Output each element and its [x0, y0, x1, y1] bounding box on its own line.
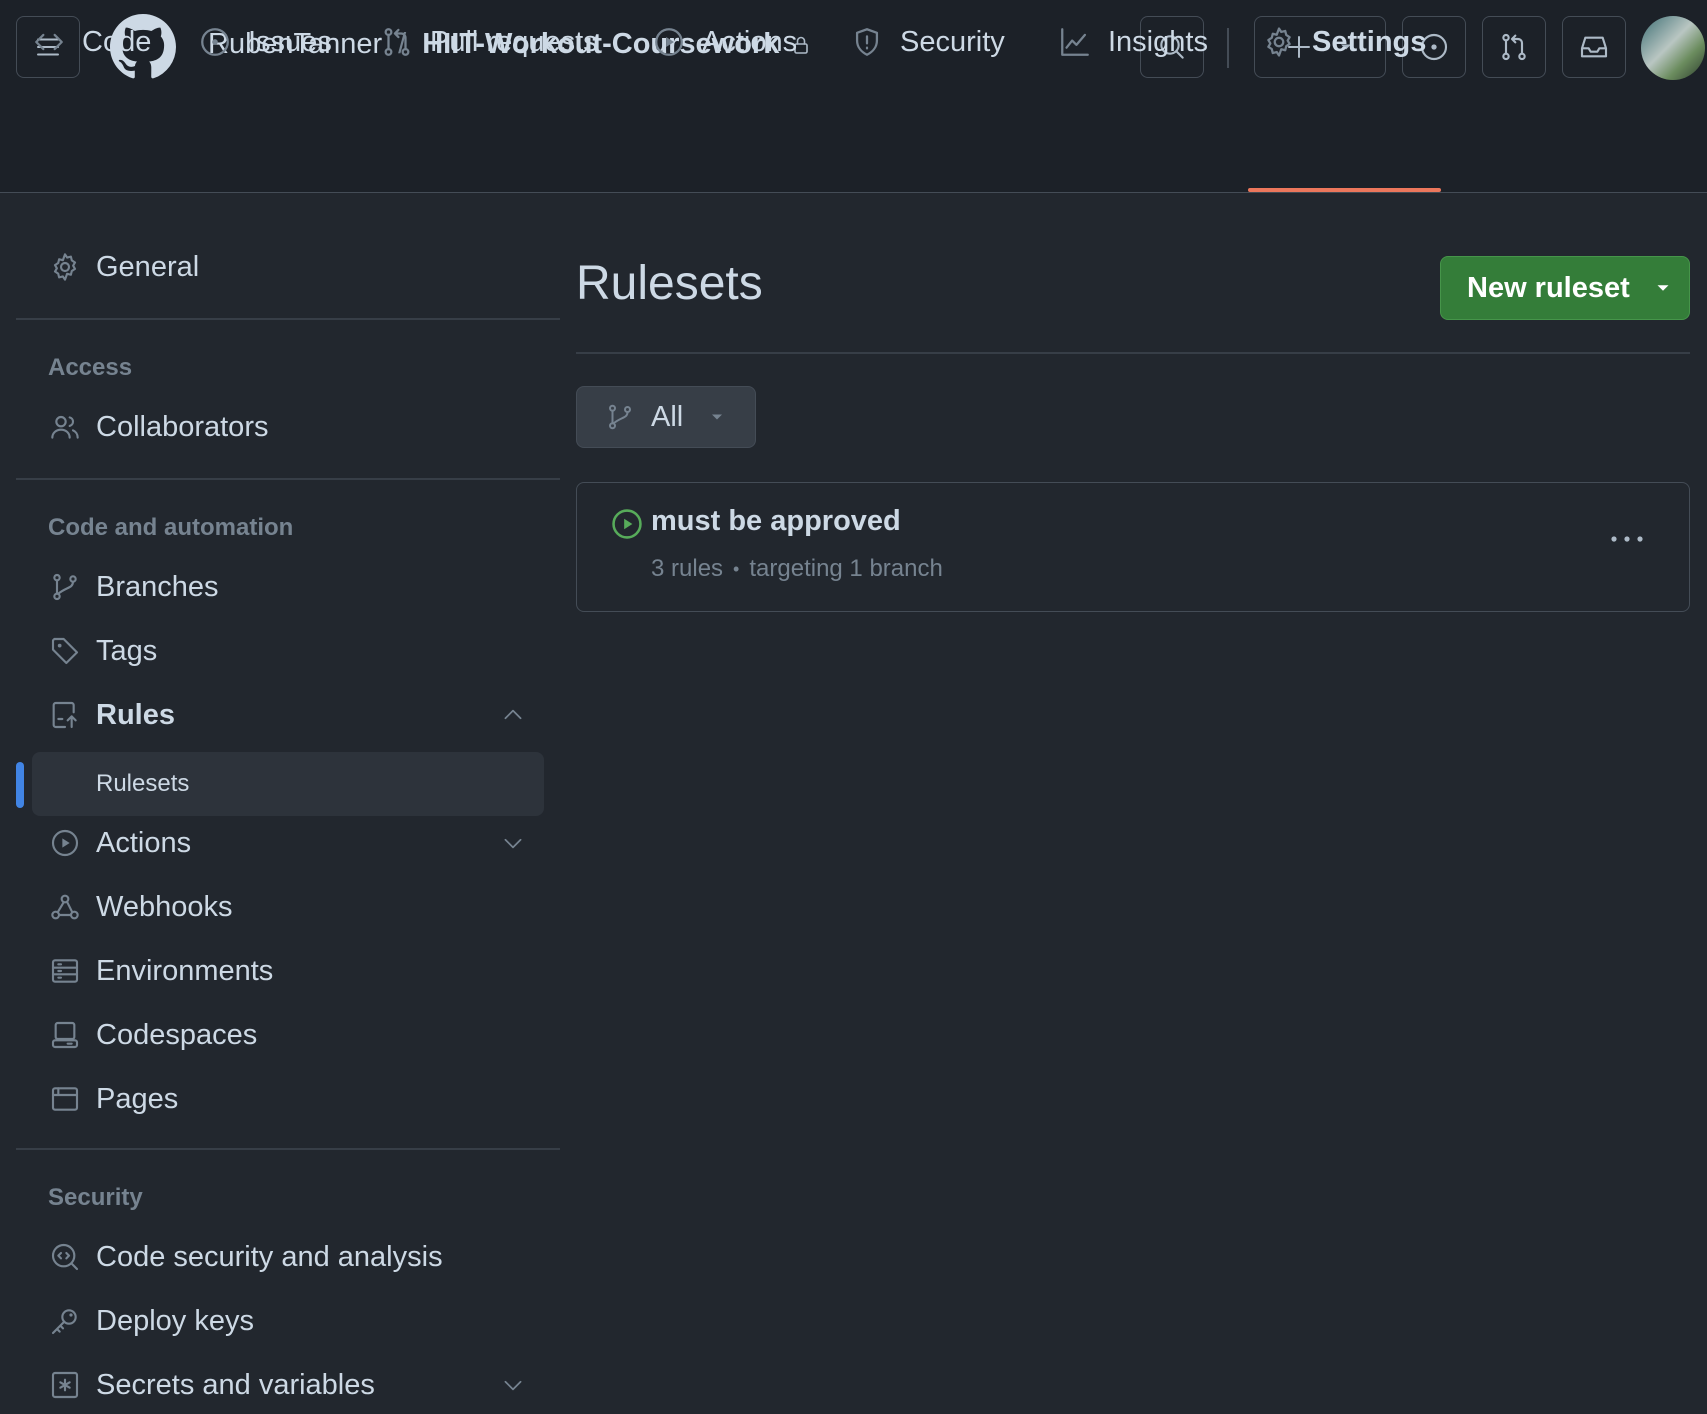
sidebar-item-rules[interactable]: Rules	[16, 686, 544, 744]
sidebar-item-general[interactable]: General	[16, 238, 544, 296]
target-filter-dropdown[interactable]: All	[576, 386, 756, 448]
sidebar-item-label: General	[96, 250, 200, 283]
tab-actions[interactable]: Actions	[652, 0, 797, 84]
sidebar-item-rulesets[interactable]: Rulesets	[32, 752, 544, 816]
codespaces-icon	[51, 1021, 79, 1049]
sidebar-item-codespaces[interactable]: Codespaces	[16, 1006, 544, 1064]
sidebar-item-label: Secrets and variables	[96, 1368, 375, 1401]
sidebar-item-label: Rules	[96, 698, 175, 731]
sidebar-item-collaborators[interactable]: Collaborators	[16, 398, 544, 456]
new-ruleset-button[interactable]: New ruleset	[1440, 256, 1690, 320]
issue-opened-icon	[201, 28, 229, 56]
repo-header: RubenTanner / HIIT-Workout-Coursework Co…	[0, 0, 1707, 193]
sidebar-item-label: Collaborators	[96, 410, 269, 443]
pull-requests-button[interactable]	[1482, 16, 1546, 78]
sidebar-item-label: Pages	[96, 1082, 179, 1115]
key-icon	[51, 1309, 77, 1335]
tab-label: Issues	[248, 25, 332, 58]
asterisk-box-icon	[51, 1371, 79, 1399]
chevron-down-icon	[504, 838, 522, 849]
tab-insights[interactable]: Insights	[1058, 0, 1208, 84]
sidebar-item-label: Branches	[96, 570, 219, 603]
tab-label: Settings	[1312, 25, 1427, 58]
codescan-icon	[51, 1243, 79, 1271]
tab-label: Insights	[1108, 25, 1208, 58]
active-item-indicator	[16, 762, 24, 808]
sidebar-divider	[16, 1148, 560, 1150]
avatar[interactable]	[1641, 16, 1705, 80]
tab-label: Pull requests	[430, 25, 598, 58]
server-icon	[51, 959, 79, 983]
chevron-up-icon	[504, 709, 522, 720]
play-icon	[51, 829, 79, 857]
inbox-button[interactable]	[1562, 16, 1626, 78]
play-status-active-icon	[612, 509, 642, 539]
sidebar-heading-code-automation: Code and automation	[48, 514, 294, 541]
sidebar-item-label: Webhooks	[96, 890, 233, 923]
tab-label: Actions	[702, 25, 798, 58]
sidebar-item-code-security[interactable]: Code security and analysis	[16, 1228, 544, 1286]
browser-icon	[51, 1087, 79, 1111]
tab-pull-requests[interactable]: Pull requests	[380, 0, 598, 84]
sidebar-item-label: Actions	[96, 826, 192, 859]
graph-icon	[1061, 28, 1089, 56]
inbox-icon	[1580, 36, 1608, 58]
sidebar-divider	[16, 478, 560, 480]
git-pull-request-icon	[384, 28, 410, 56]
shield-icon	[855, 28, 879, 56]
sidebar-item-label: Rulesets	[96, 770, 190, 797]
caret-down-icon	[712, 414, 723, 420]
meta-separator-dot: •	[733, 558, 740, 579]
tab-label: Security	[900, 25, 1005, 58]
code-icon	[35, 33, 63, 51]
ruleset-card: must be approved 3 rules • targeting 1 b…	[576, 482, 1690, 612]
tag-icon	[51, 637, 79, 665]
ruleset-targeting: targeting 1 branch	[749, 555, 943, 582]
sidebar-item-deploy-keys[interactable]: Deploy keys	[16, 1292, 544, 1350]
sidebar-heading-security: Security	[48, 1184, 143, 1211]
page-title: Rulesets	[576, 257, 763, 310]
gear-icon	[53, 253, 77, 281]
sidebar-item-environments[interactable]: Environments	[16, 942, 544, 1000]
sidebar-item-branches[interactable]: Branches	[16, 558, 544, 616]
sidebar-item-label: Deploy keys	[96, 1304, 254, 1337]
sidebar-item-label: Code security and analysis	[96, 1240, 443, 1273]
tab-label: Code	[82, 25, 152, 58]
git-branch-icon	[609, 404, 631, 430]
ruleset-meta: 3 rules • targeting 1 branch	[651, 555, 943, 583]
sidebar-divider	[16, 318, 560, 320]
caret-down-icon	[1657, 285, 1669, 291]
ruleset-name-link[interactable]: must be approved	[651, 505, 901, 538]
git-pull-request-icon	[1502, 33, 1526, 61]
active-tab-underline	[1248, 188, 1441, 192]
title-divider	[576, 352, 1690, 354]
tab-settings[interactable]: Settings	[1262, 0, 1426, 84]
sidebar-item-label: Codespaces	[96, 1018, 258, 1051]
sidebar-item-pages[interactable]: Pages	[16, 1070, 544, 1128]
sidebar-item-label: Tags	[96, 634, 158, 667]
ruleset-rules-count: 3 rules	[651, 555, 724, 582]
sidebar-heading-access: Access	[48, 354, 133, 381]
tab-security[interactable]: Security	[850, 0, 1005, 84]
kebab-horizontal-icon[interactable]	[1609, 533, 1645, 545]
rules-icon	[52, 701, 77, 729]
sidebar-item-label: Environments	[96, 954, 274, 987]
sidebar-item-secrets[interactable]: Secrets and variables	[16, 1356, 544, 1414]
webhook-icon	[51, 894, 79, 920]
sidebar-item-tags[interactable]: Tags	[16, 622, 544, 680]
git-branch-icon	[53, 573, 77, 601]
play-icon	[655, 28, 683, 56]
sidebar-item-actions[interactable]: Actions	[16, 814, 544, 872]
new-ruleset-label: New ruleset	[1467, 271, 1630, 304]
chevron-down-icon	[504, 1380, 522, 1391]
tab-code[interactable]: Code	[32, 0, 151, 84]
gear-icon	[1267, 27, 1291, 57]
tab-issues[interactable]: Issues	[198, 0, 332, 84]
sidebar-item-webhooks[interactable]: Webhooks	[16, 878, 544, 936]
filter-label: All	[651, 400, 684, 433]
header-divider	[1227, 28, 1229, 68]
people-icon	[51, 415, 79, 439]
